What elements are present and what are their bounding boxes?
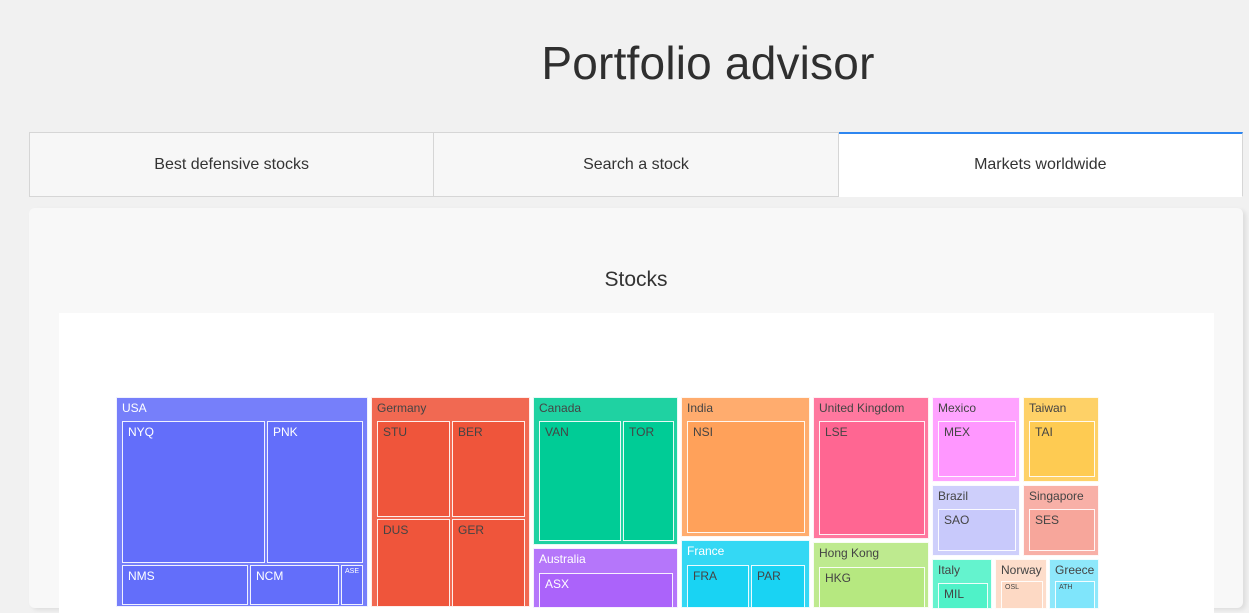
treemap-tile-label: VAN [545,425,569,439]
treemap-tile-nyq[interactable]: NYQ [122,421,265,563]
treemap-tile-ses[interactable]: SES [1029,509,1095,551]
treemap-tile-lse[interactable]: LSE [819,421,925,535]
treemap-group-italy[interactable]: Italy MIL [932,559,992,609]
treemap-group-label: Singapore [1029,489,1084,503]
treemap-group-norway[interactable]: Norway OSL [995,559,1047,609]
treemap-group-brazil[interactable]: Brazil SAO [932,485,1020,556]
treemap-tile-ncm[interactable]: NCM [250,565,339,605]
treemap-tile-par[interactable]: PAR [751,565,805,607]
treemap-tile-asx[interactable]: ASX [539,573,673,607]
treemap-tile-stu[interactable]: STU [377,421,450,517]
treemap-tile-label: OSL [1005,584,1020,591]
treemap-tile-mex[interactable]: MEX [938,421,1016,477]
treemap-tile-label: NMS [128,569,155,583]
treemap-tile-label: STU [383,425,407,439]
treemap-tile-label: HKG [825,571,852,585]
treemap-tile-van[interactable]: VAN [539,421,621,541]
tab-search-a-stock[interactable]: Search a stock [434,132,839,197]
treemap-tile-label: MIL [944,587,965,601]
treemap-group-label: Brazil [938,489,969,503]
treemap-tile-ger[interactable]: GER [452,519,525,606]
treemap-group-label: Greece [1055,563,1095,577]
treemap-group-label: France [687,544,725,558]
treemap-tile-tai[interactable]: TAI [1029,421,1095,477]
treemap-tile-label: DUS [383,523,409,537]
treemap-group-label: Italy [938,563,961,577]
treemap-tile-sao[interactable]: SAO [938,509,1016,551]
treemap-group-label: Mexico [938,401,977,415]
treemap-group-label: Taiwan [1029,401,1067,415]
treemap-group-label: India [687,401,714,415]
treemap-tile-label: ASX [545,577,570,591]
treemap-group-taiwan[interactable]: Taiwan TAI [1023,397,1099,482]
treemap-tile-label: BER [458,425,483,439]
treemap-tile-dus[interactable]: DUS [377,519,450,606]
treemap-group-france[interactable]: France FRA PAR [681,540,810,608]
treemap-tile-nsi[interactable]: NSI [687,421,805,533]
treemap-tile-ath[interactable]: ATH [1055,581,1095,608]
treemap-chart: USA NYQ PNK NMS NCM ASE Germany STU BER DUS GER Can… [59,313,1214,613]
treemap-group-greece[interactable]: Greece ATH [1049,559,1099,609]
treemap-group-label: Norway [1001,563,1042,577]
page-title: Portfolio advisor [541,37,875,89]
treemap-tile-label: ATH [1059,584,1073,591]
treemap-group-hong-kong[interactable]: Hong Kong HKG [813,542,929,608]
treemap-tile-label: PNK [273,425,298,439]
chart-title: Stocks [604,268,668,291]
treemap-group-india[interactable]: India NSI [681,397,810,537]
treemap-tile-osl[interactable]: OSL [1001,581,1043,608]
treemap-tile-label: NSI [693,425,714,439]
treemap-group-usa[interactable]: USA NYQ PNK NMS NCM ASE [116,397,368,607]
treemap-tile-label: FRA [693,569,717,583]
treemap-tile-nms[interactable]: NMS [122,565,248,605]
treemap-tile-tor[interactable]: TOR [623,421,674,541]
treemap-group-germany[interactable]: Germany STU BER DUS GER [371,397,530,607]
treemap-group-canada[interactable]: Canada VAN TOR [533,397,678,545]
treemap-tile-mil[interactable]: MIL [938,583,988,608]
treemap-tile-label: ASE [345,568,360,575]
treemap-tile-hkg[interactable]: HKG [819,567,925,607]
treemap-tile-label: TAI [1035,425,1053,439]
treemap-group-label: USA [122,401,147,415]
treemap-tile-label: GER [458,523,485,537]
markets-panel: Stocks USA NYQ PNK NMS NCM ASE Germany STU BER DU… [29,208,1243,613]
treemap-group-singapore[interactable]: Singapore SES [1023,485,1099,556]
treemap-group-label: Hong Kong [819,546,880,560]
treemap-tile-label: MEX [944,425,971,439]
tab-best-defensive-stocks[interactable]: Best defensive stocks [29,132,435,197]
treemap-group-label: Australia [539,552,586,566]
treemap-tile-label: SES [1035,513,1060,527]
treemap-tile-label: NCM [256,569,284,583]
tab-bar: Best defensive stocks Search a stock Mar… [29,132,1243,197]
treemap-tile-label: LSE [825,425,848,439]
treemap-group-mexico[interactable]: Mexico MEX [932,397,1020,482]
treemap-group-australia[interactable]: Australia ASX [533,548,678,608]
treemap-tile-label: NYQ [128,425,155,439]
treemap-tile-ber[interactable]: BER [452,421,525,517]
treemap-tile-ase[interactable]: ASE [341,565,363,605]
treemap-group-label: Germany [377,401,427,415]
treemap-tile-label: PAR [757,569,781,583]
treemap-group-label: Canada [539,401,582,415]
treemap-tile-fra[interactable]: FRA [687,565,749,607]
treemap-tile-pnk[interactable]: PNK [267,421,363,563]
treemap-tile-label: SAO [944,513,970,527]
treemap-group-united-kingdom[interactable]: United Kingdom LSE [813,397,929,539]
treemap-tile-label: TOR [629,425,655,439]
tab-markets-worldwide[interactable]: Markets worldwide [838,132,1243,197]
treemap-group-label: United Kingdom [819,401,905,415]
